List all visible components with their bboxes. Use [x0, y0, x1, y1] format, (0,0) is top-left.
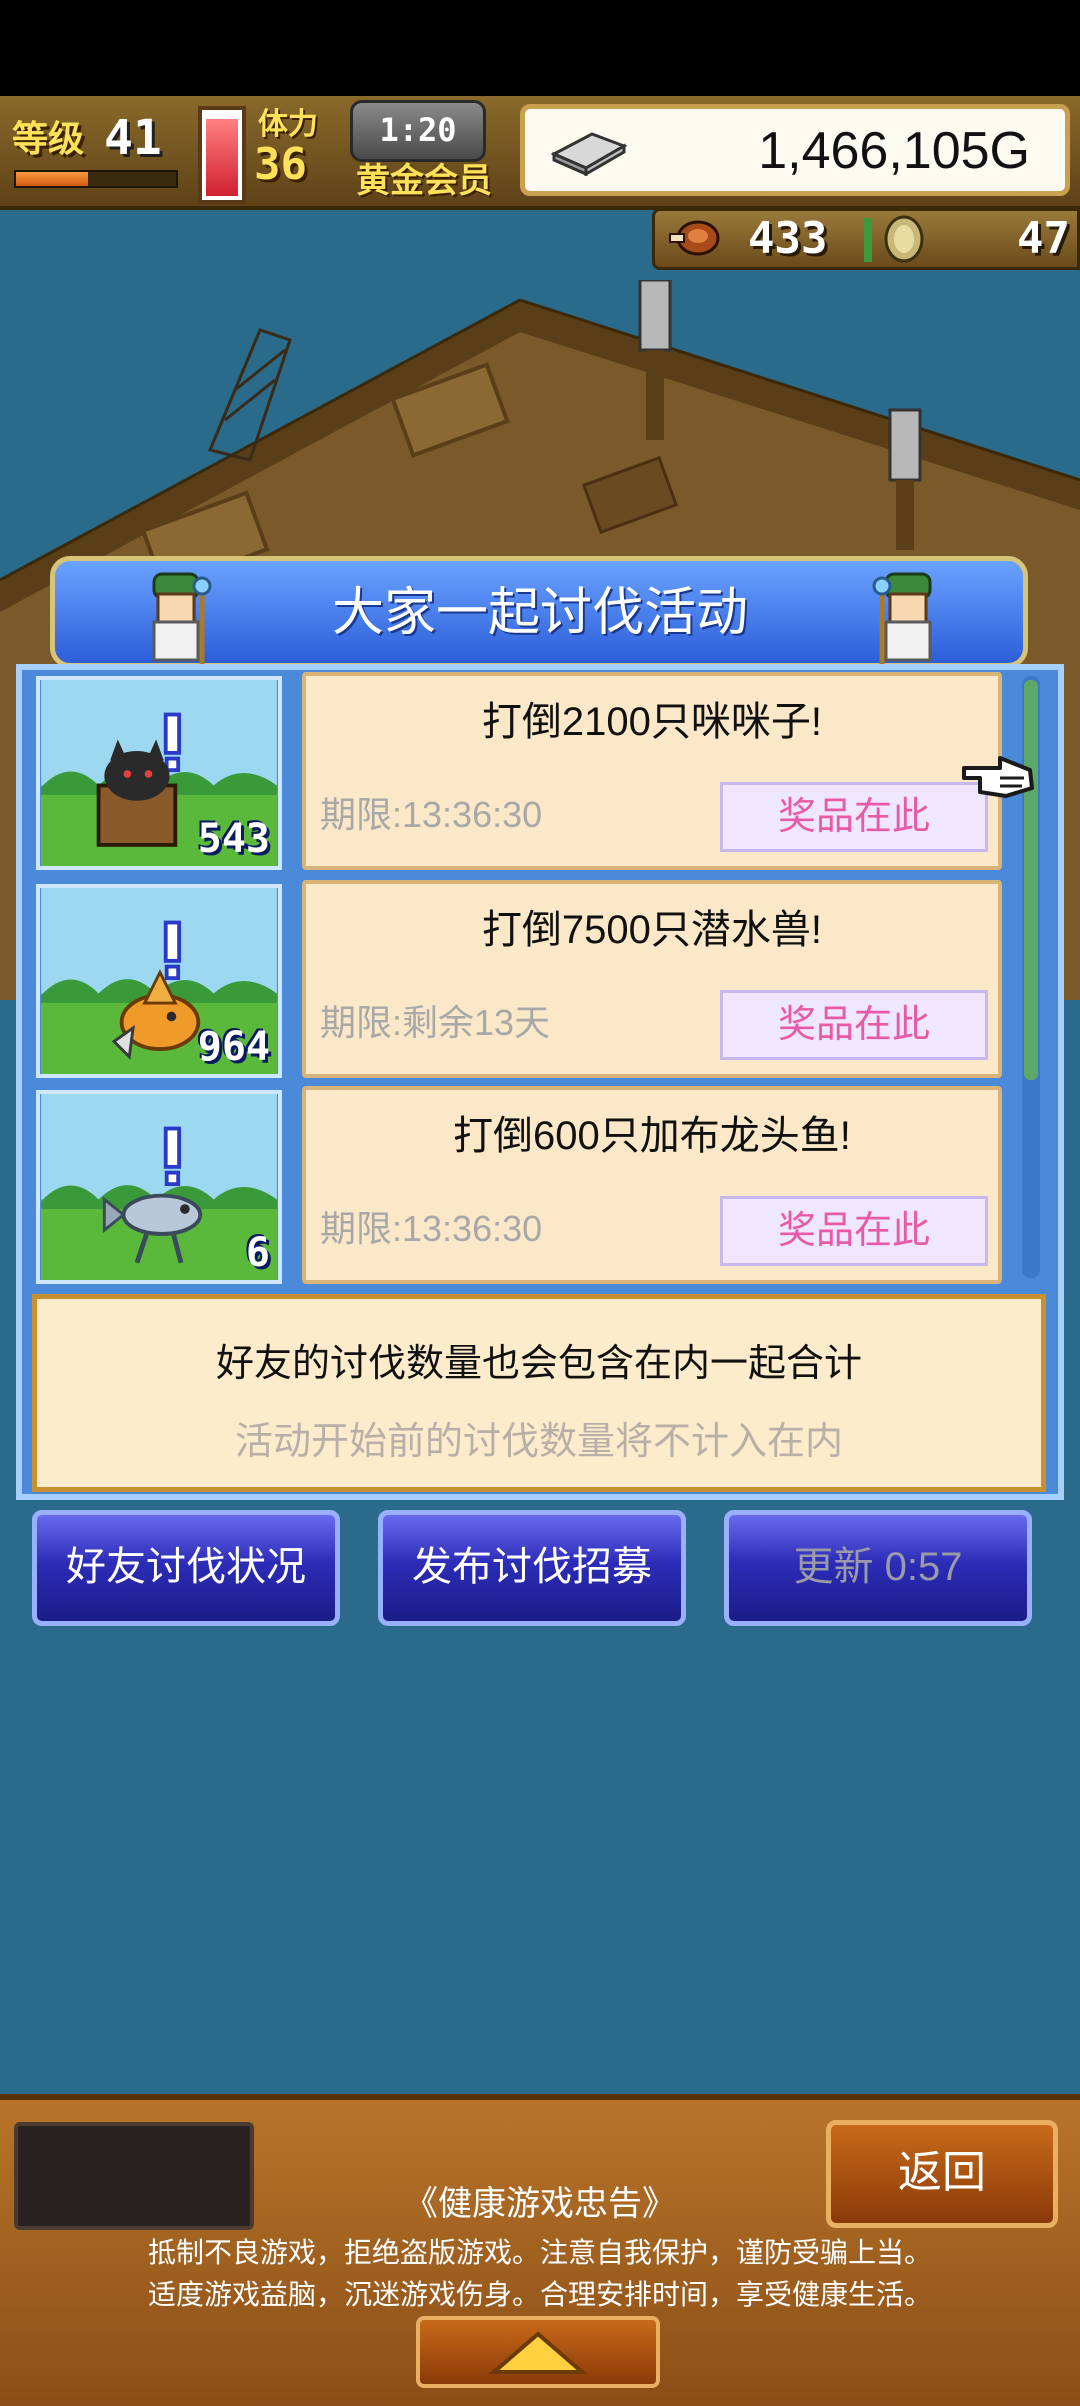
- triangle-up-icon: [488, 2331, 588, 2374]
- health-notice-title: 《健康游戏忠告》: [404, 2185, 676, 2223]
- meat-count: 433: [748, 213, 828, 264]
- meat-icon: [669, 220, 720, 256]
- coin-count: 47: [1017, 213, 1070, 264]
- quest-row: 6 打倒600只加布龙头鱼! 期限:13:36:30 奖品在此: [32, 1086, 1002, 1284]
- quest-deadline: 期限:13:36:30: [320, 1208, 543, 1249]
- quest-deadline: 期限:剩余13天: [320, 1002, 551, 1043]
- dialog-title: 大家一起讨伐活动: [331, 584, 748, 642]
- kill-count: 6: [245, 1230, 270, 1276]
- post-recruit-button[interactable]: 发布讨伐招募: [378, 1510, 686, 1626]
- pointing-hand-icon: [962, 756, 1034, 798]
- monster-thumbnail: 543: [36, 676, 282, 870]
- monster-thumbnail: 6: [36, 1090, 282, 1284]
- stamina-label: 体力: [258, 107, 318, 142]
- reward-button[interactable]: 奖品在此: [720, 782, 988, 852]
- stamina-timer: 1:20: [350, 100, 486, 162]
- refresh-button[interactable]: 更新 0:57: [724, 1510, 1032, 1626]
- empty-slot: [14, 2122, 254, 2230]
- reward-button[interactable]: 奖品在此: [720, 990, 988, 1060]
- medal-coin-icon: [884, 215, 924, 263]
- quest-row: 964 打倒7500只潜水兽! 期限:剩余13天 奖品在此: [32, 880, 1002, 1078]
- quest-title: 打倒7500只潜水兽!: [481, 908, 823, 952]
- mascot-right-icon: [872, 572, 932, 666]
- silver-bar-icon: [550, 132, 628, 176]
- kill-count: 543: [197, 816, 270, 862]
- quest-deadline: 期限:13:36:30: [320, 794, 543, 835]
- monster-thumbnail: 964: [36, 884, 282, 1078]
- friends-status-button[interactable]: 好友讨伐状况: [32, 1510, 340, 1626]
- quest-title: 打倒600只加布龙头鱼!: [453, 1114, 851, 1158]
- stamina-gauge: [198, 106, 246, 204]
- kill-count: 964: [197, 1024, 270, 1070]
- stamina-gauge-fill: [206, 118, 238, 196]
- level-progress-fill: [16, 172, 88, 186]
- money-value: 1,466,105G: [758, 122, 1030, 180]
- health-notice-line: 适度游戏益脑，沉迷游戏伤身。合理安排时间，享受健康生活。: [147, 2279, 932, 2310]
- status-bar: [0, 0, 1080, 96]
- level-value: 41: [104, 110, 162, 166]
- expand-menu-button[interactable]: [416, 2316, 660, 2388]
- level-progress-bar: [14, 170, 178, 188]
- quest-title: 打倒2100只咪咪子!: [481, 700, 823, 744]
- back-button[interactable]: 返回: [826, 2120, 1058, 2228]
- reward-button[interactable]: 奖品在此: [720, 1196, 988, 1266]
- info-line-secondary: 活动开始前的讨伐数量将不计入在内: [234, 1421, 843, 1463]
- resource-divider: [864, 218, 872, 262]
- info-line-primary: 好友的讨伐数量也会包含在内一起合计: [215, 1343, 862, 1385]
- health-notice-line: 抵制不良游戏，拒绝盗版游戏。注意自我保护，谨防受骗上当。: [147, 2237, 932, 2268]
- level-label: 等级: [12, 119, 85, 160]
- fish-monster-icon: [41, 1094, 277, 1280]
- scrollbar-thumb[interactable]: [1024, 680, 1038, 1080]
- membership-badge: 黄金会员: [356, 161, 492, 201]
- quest-row: 543 打倒2100只咪咪子! 期限:13:36:30 奖品在此: [32, 672, 1002, 870]
- stamina-value: 36: [254, 139, 307, 190]
